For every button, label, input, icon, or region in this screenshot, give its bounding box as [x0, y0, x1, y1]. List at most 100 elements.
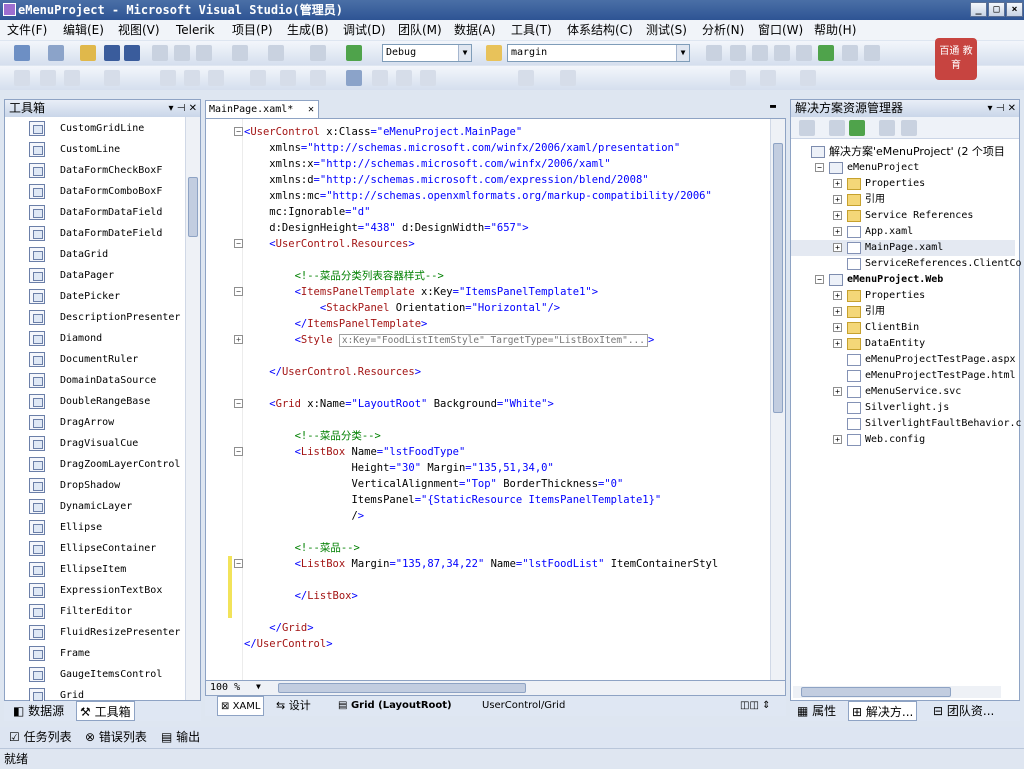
uncomment-icon[interactable]: [208, 70, 224, 86]
code-line[interactable]: <Grid x:Name="LayoutRoot" Background="Wh…: [244, 396, 554, 412]
menu-data[interactable]: 数据(A): [454, 20, 496, 40]
xaml-editor[interactable]: − − − + − − − <UserControl x:Class="eMenuProje…: [205, 118, 786, 683]
expand-icon[interactable]: +: [833, 323, 842, 332]
comment-icon[interactable]: [184, 70, 200, 86]
solution-tree-item[interactable]: 解决方案'eMenuProject' (2 个项目: [791, 144, 1015, 160]
code-line[interactable]: <ListBox Name="lstFoodType": [244, 444, 466, 460]
format-icon[interactable]: [14, 70, 30, 86]
editor-hscroll[interactable]: 100 % ▼: [205, 680, 786, 696]
menu-test[interactable]: 测试(S): [646, 20, 687, 40]
menu-telerik[interactable]: Telerik: [176, 20, 215, 40]
toolbox-item[interactable]: EllipseItem: [5, 559, 185, 580]
tab-order-icon[interactable]: [800, 70, 816, 86]
tab-toolbox[interactable]: ⚒ 工具箱: [76, 701, 135, 721]
toolbox-item[interactable]: Frame: [5, 643, 185, 664]
editor-scrollbar[interactable]: [770, 119, 785, 682]
menu-edit[interactable]: 编辑(E): [63, 20, 104, 40]
solution-tree-item[interactable]: + App.xaml: [791, 224, 1015, 240]
code-line[interactable]: <Style x:Key="FoodListItemStyle" TargetT…: [244, 332, 654, 348]
expand-icon[interactable]: +: [833, 211, 842, 220]
tab-mainpage-xaml[interactable]: MainPage.xaml* ✕: [205, 100, 319, 118]
save-all-icon[interactable]: [124, 45, 140, 61]
extension-manager-icon[interactable]: [842, 45, 858, 61]
tab-dropdown-icon[interactable]: ▬: [770, 101, 776, 112]
code-line[interactable]: xmlns:mc="http://schemas.openxmlformats.…: [244, 188, 712, 204]
solution-tree-item[interactable]: ServiceReferences.ClientCo: [791, 256, 1022, 272]
same-height-icon[interactable]: [560, 70, 576, 86]
close-tab-icon[interactable]: ✕: [308, 101, 314, 118]
menu-tools[interactable]: 工具(T): [511, 20, 552, 40]
redo-icon[interactable]: [268, 45, 284, 61]
solution-tree-item[interactable]: + Properties: [791, 176, 1015, 192]
add-item-icon[interactable]: [48, 45, 64, 61]
collapse-icon[interactable]: −: [234, 239, 243, 248]
toolbox-item[interactable]: Ellipse: [5, 517, 185, 538]
toolbox-item[interactable]: DataFormComboBoxF: [5, 181, 185, 202]
new-project-icon[interactable]: [14, 45, 30, 61]
menu-file[interactable]: 文件(F): [7, 20, 47, 40]
layout-icon[interactable]: [346, 70, 362, 86]
param-info-icon[interactable]: [64, 70, 80, 86]
tab-datasource[interactable]: ◧ 数据源: [10, 701, 67, 721]
menu-project[interactable]: 项目(P): [232, 20, 273, 40]
solution-tree-item[interactable]: + ClientBin: [791, 320, 1015, 336]
tab-error-list[interactable]: ⊗ 错误列表: [82, 727, 150, 747]
expand-icon[interactable]: +: [833, 435, 842, 444]
chevron-down-icon[interactable]: ▼: [676, 45, 689, 61]
menu-architecture[interactable]: 体系结构(C): [567, 20, 633, 40]
toolbox-item[interactable]: DocumentRuler: [5, 349, 185, 370]
solution-tree-item[interactable]: + MainPage.xaml: [791, 240, 1015, 256]
toolbox-item[interactable]: GaugeItemsControl: [5, 664, 185, 685]
bookmark-icon[interactable]: [250, 70, 266, 86]
tab-team-explorer[interactable]: ⊟ 团队资...: [930, 701, 997, 721]
copy-icon[interactable]: [174, 45, 190, 61]
code-line[interactable]: </UserControl>: [244, 636, 333, 652]
breadcrumb-path[interactable]: UserControl/Grid: [479, 696, 568, 716]
expand-icon[interactable]: +: [833, 387, 842, 396]
chevron-down-icon[interactable]: ▼: [256, 682, 261, 691]
breadcrumb-grid[interactable]: ▤ Grid (LayoutRoot): [335, 696, 455, 716]
solution-tree-item[interactable]: + DataEntity: [791, 336, 1015, 352]
toolbox-item[interactable]: DoubleRangeBase: [5, 391, 185, 412]
code-line[interactable]: <ListBox Margin="135,87,34,22" Name="lst…: [244, 556, 719, 572]
tab-output[interactable]: ▤ 输出: [158, 727, 203, 747]
toolbox-item[interactable]: CustomGridLine: [5, 118, 185, 139]
zoom-level[interactable]: 100 %: [210, 682, 240, 693]
solution-tree-item[interactable]: − eMenuProject: [791, 160, 1015, 176]
solution-tree-item[interactable]: eMenuProjectTestPage.html: [791, 368, 1016, 384]
toolbox-item[interactable]: DataPager: [5, 265, 185, 286]
toolbox-item[interactable]: Diamond: [5, 328, 185, 349]
code-line[interactable]: </UserControl.Resources>: [244, 364, 421, 380]
panel-buttons[interactable]: ▾ ⊣ ✕: [988, 100, 1016, 117]
show-all-files-icon[interactable]: [829, 120, 845, 136]
solution-tree-item[interactable]: + Properties: [791, 288, 1015, 304]
toolbox-item[interactable]: DataFormDataField: [5, 202, 185, 223]
panel-buttons[interactable]: ▾ ⊣ ✕: [169, 100, 197, 117]
expand-icon[interactable]: +: [833, 307, 842, 316]
tab-solution-explorer[interactable]: ⊞ 解决方...: [848, 701, 918, 721]
solution-tree-item[interactable]: + 引用: [791, 192, 1015, 208]
chevron-down-icon[interactable]: ▼: [458, 45, 471, 61]
find-input[interactable]: margin ▼: [507, 44, 690, 62]
menu-analyze[interactable]: 分析(N): [702, 20, 744, 40]
scroll-thumb[interactable]: [773, 143, 783, 413]
hscroll-thumb[interactable]: [801, 687, 951, 697]
toolbox-item[interactable]: DragZoomLayerControl: [5, 454, 185, 475]
toolbox-item[interactable]: ExpressionTextBox: [5, 580, 185, 601]
expand-icon[interactable]: +: [234, 335, 243, 344]
hscroll-thumb[interactable]: [278, 683, 526, 693]
menu-help[interactable]: 帮助(H): [814, 20, 856, 40]
toolbox-item[interactable]: FluidResizePresenter: [5, 622, 185, 643]
solution-tree-item[interactable]: eMenuProjectTestPage.aspx: [791, 352, 1016, 368]
indent-icon[interactable]: [160, 70, 176, 86]
options-icon[interactable]: [864, 45, 880, 61]
menu-build[interactable]: 生成(B): [287, 20, 329, 40]
toolbox-item[interactable]: EllipseContainer: [5, 538, 185, 559]
collapse-icon[interactable]: −: [234, 287, 243, 296]
save-icon[interactable]: [104, 45, 120, 61]
menu-team[interactable]: 团队(M): [398, 20, 442, 40]
solution-tree-item[interactable]: SilverlightFaultBehavior.c: [791, 416, 1022, 432]
cut-icon[interactable]: [152, 45, 168, 61]
code-line[interactable]: <UserControl x:Class="eMenuProject.MainP…: [244, 124, 522, 140]
view-code-icon[interactable]: [879, 120, 895, 136]
